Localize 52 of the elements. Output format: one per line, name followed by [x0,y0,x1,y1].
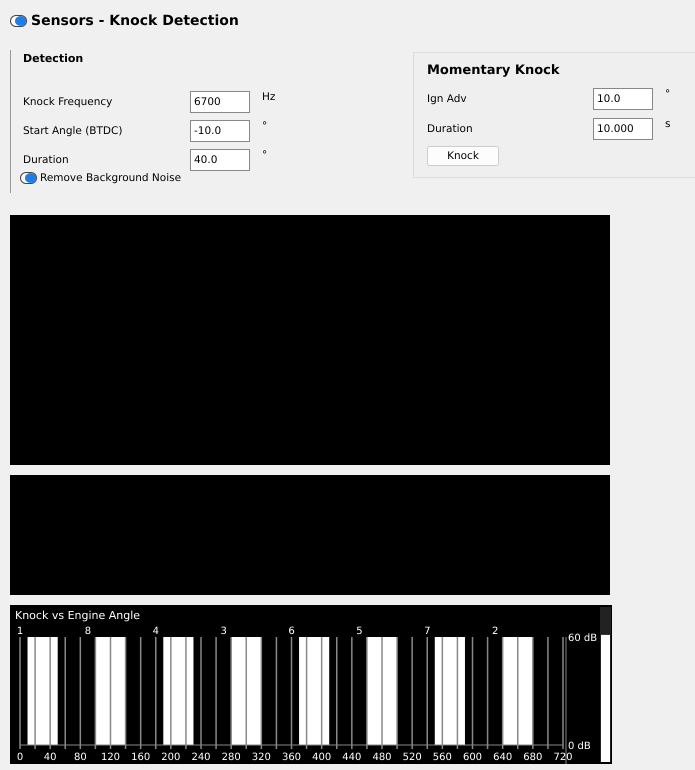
toggle-switch[interactable] [20,172,37,184]
knock-button[interactable]: Knock [427,146,499,166]
tick-label: 360 [282,752,302,763]
tick-label: 600 [462,752,482,763]
cylinder-label: 2 [492,626,498,637]
page-title: Sensors - Knock Detection [31,13,239,29]
cylinder-label: 3 [220,626,227,637]
cylinder-label: 7 [424,626,430,637]
tick-label: 200 [161,752,180,763]
tick-label: 280 [222,752,241,763]
tick-label: 40 [44,752,57,763]
input-field[interactable]: 10.000 [593,118,653,140]
tick-label: 0 [16,752,24,763]
tick-label: 320 [252,752,271,763]
unit-label: Hz [262,91,276,103]
tick-label: 400 [312,752,332,763]
unit-label: ° [665,88,670,100]
tick-label: 680 [523,752,542,763]
chart-title: Knock vs Engine Angle [15,609,140,622]
field-label: Duration [23,154,70,166]
input-field[interactable]: 6700 [190,90,250,112]
cylinder-label: 4 [152,626,159,637]
section-title: Detection [23,52,84,65]
input-field[interactable]: -10.0 [190,120,250,142]
cylinder-label: 1 [16,626,24,637]
unit-label: ° [262,120,268,132]
tick-label: 640 [493,752,512,763]
tick-label: 720 [553,752,573,763]
tick-label: 240 [191,752,211,763]
tick-label: 0 dB [568,741,591,752]
toggle-label: Remove Background Noise [40,172,182,184]
field-label: Knock Frequency [23,96,114,108]
unit-label: s [665,118,670,130]
toggle-switch[interactable] [10,15,27,27]
tick-label: 80 [74,752,87,763]
field-label: Duration [427,123,474,135]
field-label: Start Angle (BTDC) [23,124,124,136]
panel-title: Momentary Knock [427,63,560,78]
cylinder-label: 8 [84,626,92,637]
tick-label: 160 [131,752,150,763]
tick-label: 120 [100,752,120,763]
tick-label: 480 [372,752,392,763]
cylinder-label: 5 [356,626,363,637]
field-label: Ign Adv [427,93,468,105]
unit-label: ° [262,149,268,161]
tick-label: 520 [402,752,422,763]
tick-label: 560 [432,752,452,763]
input-field[interactable]: 40.0 [190,148,250,170]
input-field[interactable]: 10.0 [593,88,653,110]
cylinder-label: 6 [288,626,295,637]
tick-label: 60 dB [568,633,598,644]
tick-label: 440 [342,752,362,763]
